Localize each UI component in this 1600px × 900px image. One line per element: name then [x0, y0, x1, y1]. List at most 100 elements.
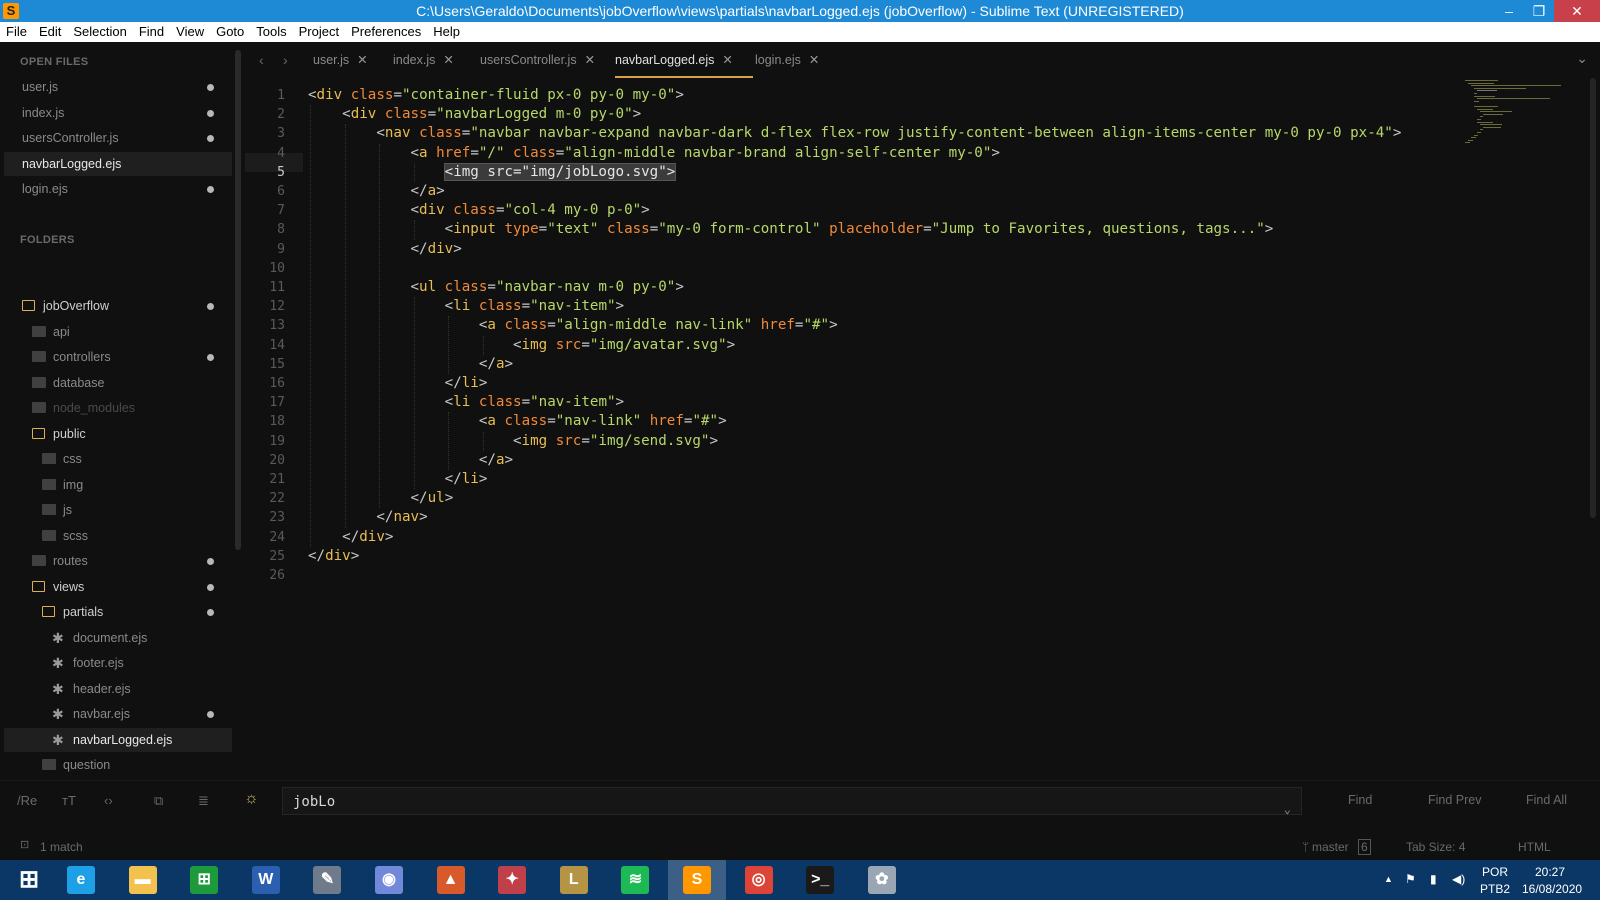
- tree-item[interactable]: routes: [4, 549, 232, 573]
- sidebar-scrollbar[interactable]: [235, 50, 241, 550]
- taskbar-chrome[interactable]: ◎: [730, 860, 788, 900]
- tree-item[interactable]: public: [4, 422, 232, 446]
- tree-item[interactable]: database: [4, 371, 232, 395]
- menu-file[interactable]: File: [0, 22, 33, 42]
- clock-date[interactable]: 16/08/2020: [1522, 882, 1582, 896]
- code-line: </ul>: [308, 489, 454, 508]
- tab-close-icon[interactable]: ✕: [357, 53, 367, 67]
- flag-icon[interactable]: ⚑: [1405, 872, 1416, 886]
- code-token: class: [513, 144, 556, 161]
- menu-selection[interactable]: Selection: [67, 22, 132, 42]
- tab-user-js[interactable]: user.js ✕: [313, 52, 368, 76]
- tree-item[interactable]: ✱ navbar.ejs: [4, 702, 232, 726]
- show-hidden-icons[interactable]: ▲: [1384, 874, 1393, 884]
- tree-item[interactable]: views: [4, 575, 232, 599]
- taskbar-word[interactable]: W: [237, 860, 295, 900]
- console-icon[interactable]: ⊡: [20, 838, 29, 851]
- highlight-matches-toggle[interactable]: ☼: [244, 790, 259, 808]
- network-icon[interactable]: ▮: [1430, 872, 1437, 886]
- taskbar-paint[interactable]: ✦: [483, 860, 541, 900]
- editor-scrollbar[interactable]: [1590, 78, 1596, 518]
- taskbar-sublime-text[interactable]: S: [668, 860, 726, 900]
- taskbar-start[interactable]: ⊞: [0, 860, 58, 900]
- tab-size[interactable]: Tab Size: 4: [1406, 840, 1465, 854]
- tab-prev-icon[interactable]: ‹: [259, 52, 264, 68]
- taskbar-file-explorer[interactable]: ▬: [114, 860, 172, 900]
- store-icon: ⊞: [190, 866, 219, 894]
- tree-item[interactable]: controllers: [4, 345, 232, 369]
- tab-close-icon[interactable]: ✕: [585, 53, 595, 67]
- tab-list-dropdown-icon[interactable]: ⌄: [1576, 50, 1588, 67]
- tree-item[interactable]: ✱ footer.ejs: [4, 651, 232, 675]
- input-language[interactable]: POR: [1482, 865, 1508, 879]
- tab-navbarlogged-ejs[interactable]: navbarLogged.ejs ✕: [615, 52, 753, 78]
- menu-help[interactable]: Help: [427, 22, 466, 42]
- whole-word-toggle[interactable]: ‹›: [104, 793, 113, 808]
- open-file-item[interactable]: user.js: [4, 75, 232, 99]
- tab-close-icon[interactable]: ✕: [809, 53, 819, 67]
- open-file-item[interactable]: usersController.js: [4, 126, 232, 150]
- case-sensitive-toggle[interactable]: ᴛT: [62, 793, 76, 808]
- menu-tools[interactable]: Tools: [250, 22, 292, 42]
- taskbar-internet-explorer[interactable]: e: [52, 860, 110, 900]
- regex-toggle[interactable]: /Re: [17, 793, 37, 808]
- taskbar-spotify[interactable]: ≋: [606, 860, 664, 900]
- menu-project[interactable]: Project: [293, 22, 345, 42]
- tree-item[interactable]: jobOverflow: [4, 294, 232, 318]
- menu-view[interactable]: View: [170, 22, 210, 42]
- tab-close-icon[interactable]: ✕: [722, 53, 732, 67]
- wrap-toggle[interactable]: ⧉: [154, 793, 163, 809]
- find-input[interactable]: jobLo ⌄: [282, 787, 1302, 816]
- minimize-button[interactable]: –: [1494, 0, 1524, 22]
- tab-userscontroller-js[interactable]: usersController.js ✕: [480, 52, 595, 76]
- tree-item[interactable]: api: [4, 320, 232, 344]
- menu-goto[interactable]: Goto: [210, 22, 250, 42]
- find-all-button[interactable]: Find All: [1526, 793, 1567, 807]
- tab-close-icon[interactable]: ✕: [443, 53, 453, 67]
- tab-login-ejs[interactable]: login.ejs ✕: [755, 52, 819, 76]
- tree-item[interactable]: node_modules: [4, 396, 232, 420]
- code-token: >: [1264, 221, 1274, 238]
- taskbar-cmd[interactable]: >_: [791, 860, 849, 900]
- taskbar-discord[interactable]: ◉: [360, 860, 418, 900]
- open-file-item[interactable]: index.js: [4, 101, 232, 125]
- maximize-button[interactable]: ❐: [1524, 0, 1554, 22]
- sublime-text-window: S C:\Users\Geraldo\Documents\jobOverflow…: [0, 0, 1600, 900]
- in-selection-toggle[interactable]: ≣: [198, 793, 209, 809]
- code-line: <ul class="navbar-nav m-0 py-0">: [308, 278, 684, 297]
- syntax-mode[interactable]: HTML: [1518, 840, 1551, 854]
- tab-index-js[interactable]: index.js ✕: [393, 52, 454, 76]
- taskbar-inkscape[interactable]: ✎: [298, 860, 356, 900]
- find-button[interactable]: Find: [1348, 793, 1372, 807]
- line-number: 3: [277, 126, 285, 142]
- minimap-line: [1480, 116, 1483, 118]
- tree-item[interactable]: js: [4, 498, 232, 522]
- find-panel: /Re ᴛT ‹› ⧉ ≣ ☼ jobLo ⌄ Find Find Prev F…: [0, 780, 1600, 823]
- volume-icon[interactable]: ◀): [1452, 872, 1465, 886]
- tab-next-icon[interactable]: ›: [283, 52, 288, 68]
- tree-item[interactable]: ✱ document.ejs: [4, 626, 232, 650]
- menu-edit[interactable]: Edit: [33, 22, 67, 42]
- taskbar-matlab[interactable]: ▲: [422, 860, 480, 900]
- tree-item[interactable]: ✱ navbarLogged.ejs: [4, 727, 232, 752]
- clock-time[interactable]: 20:27: [1535, 865, 1565, 879]
- tree-item[interactable]: scss: [4, 524, 232, 548]
- tree-item[interactable]: css: [4, 447, 232, 471]
- find-prev-button[interactable]: Find Prev: [1428, 793, 1482, 807]
- tree-item[interactable]: partials: [4, 600, 232, 624]
- taskbar-paint-3d[interactable]: ✿: [853, 860, 911, 900]
- close-button[interactable]: ✕: [1554, 0, 1600, 22]
- keyboard-layout[interactable]: PTB2: [1480, 882, 1510, 896]
- taskbar-league-of-legends[interactable]: L: [545, 860, 603, 900]
- tree-item[interactable]: ✱ header.ejs: [4, 677, 232, 701]
- open-file-item[interactable]: navbarLogged.ejs: [4, 151, 232, 176]
- taskbar-store[interactable]: ⊞: [175, 860, 233, 900]
- tree-item[interactable]: question: [4, 753, 232, 777]
- menu-preferences[interactable]: Preferences: [345, 22, 427, 42]
- tree-item[interactable]: img: [4, 473, 232, 497]
- find-history-dropdown-icon[interactable]: ⌄: [1284, 795, 1291, 823]
- menu-find[interactable]: Find: [133, 22, 170, 42]
- minimap[interactable]: [1465, 78, 1585, 168]
- git-branch[interactable]: master: [1312, 840, 1349, 854]
- open-file-item[interactable]: login.ejs: [4, 177, 232, 201]
